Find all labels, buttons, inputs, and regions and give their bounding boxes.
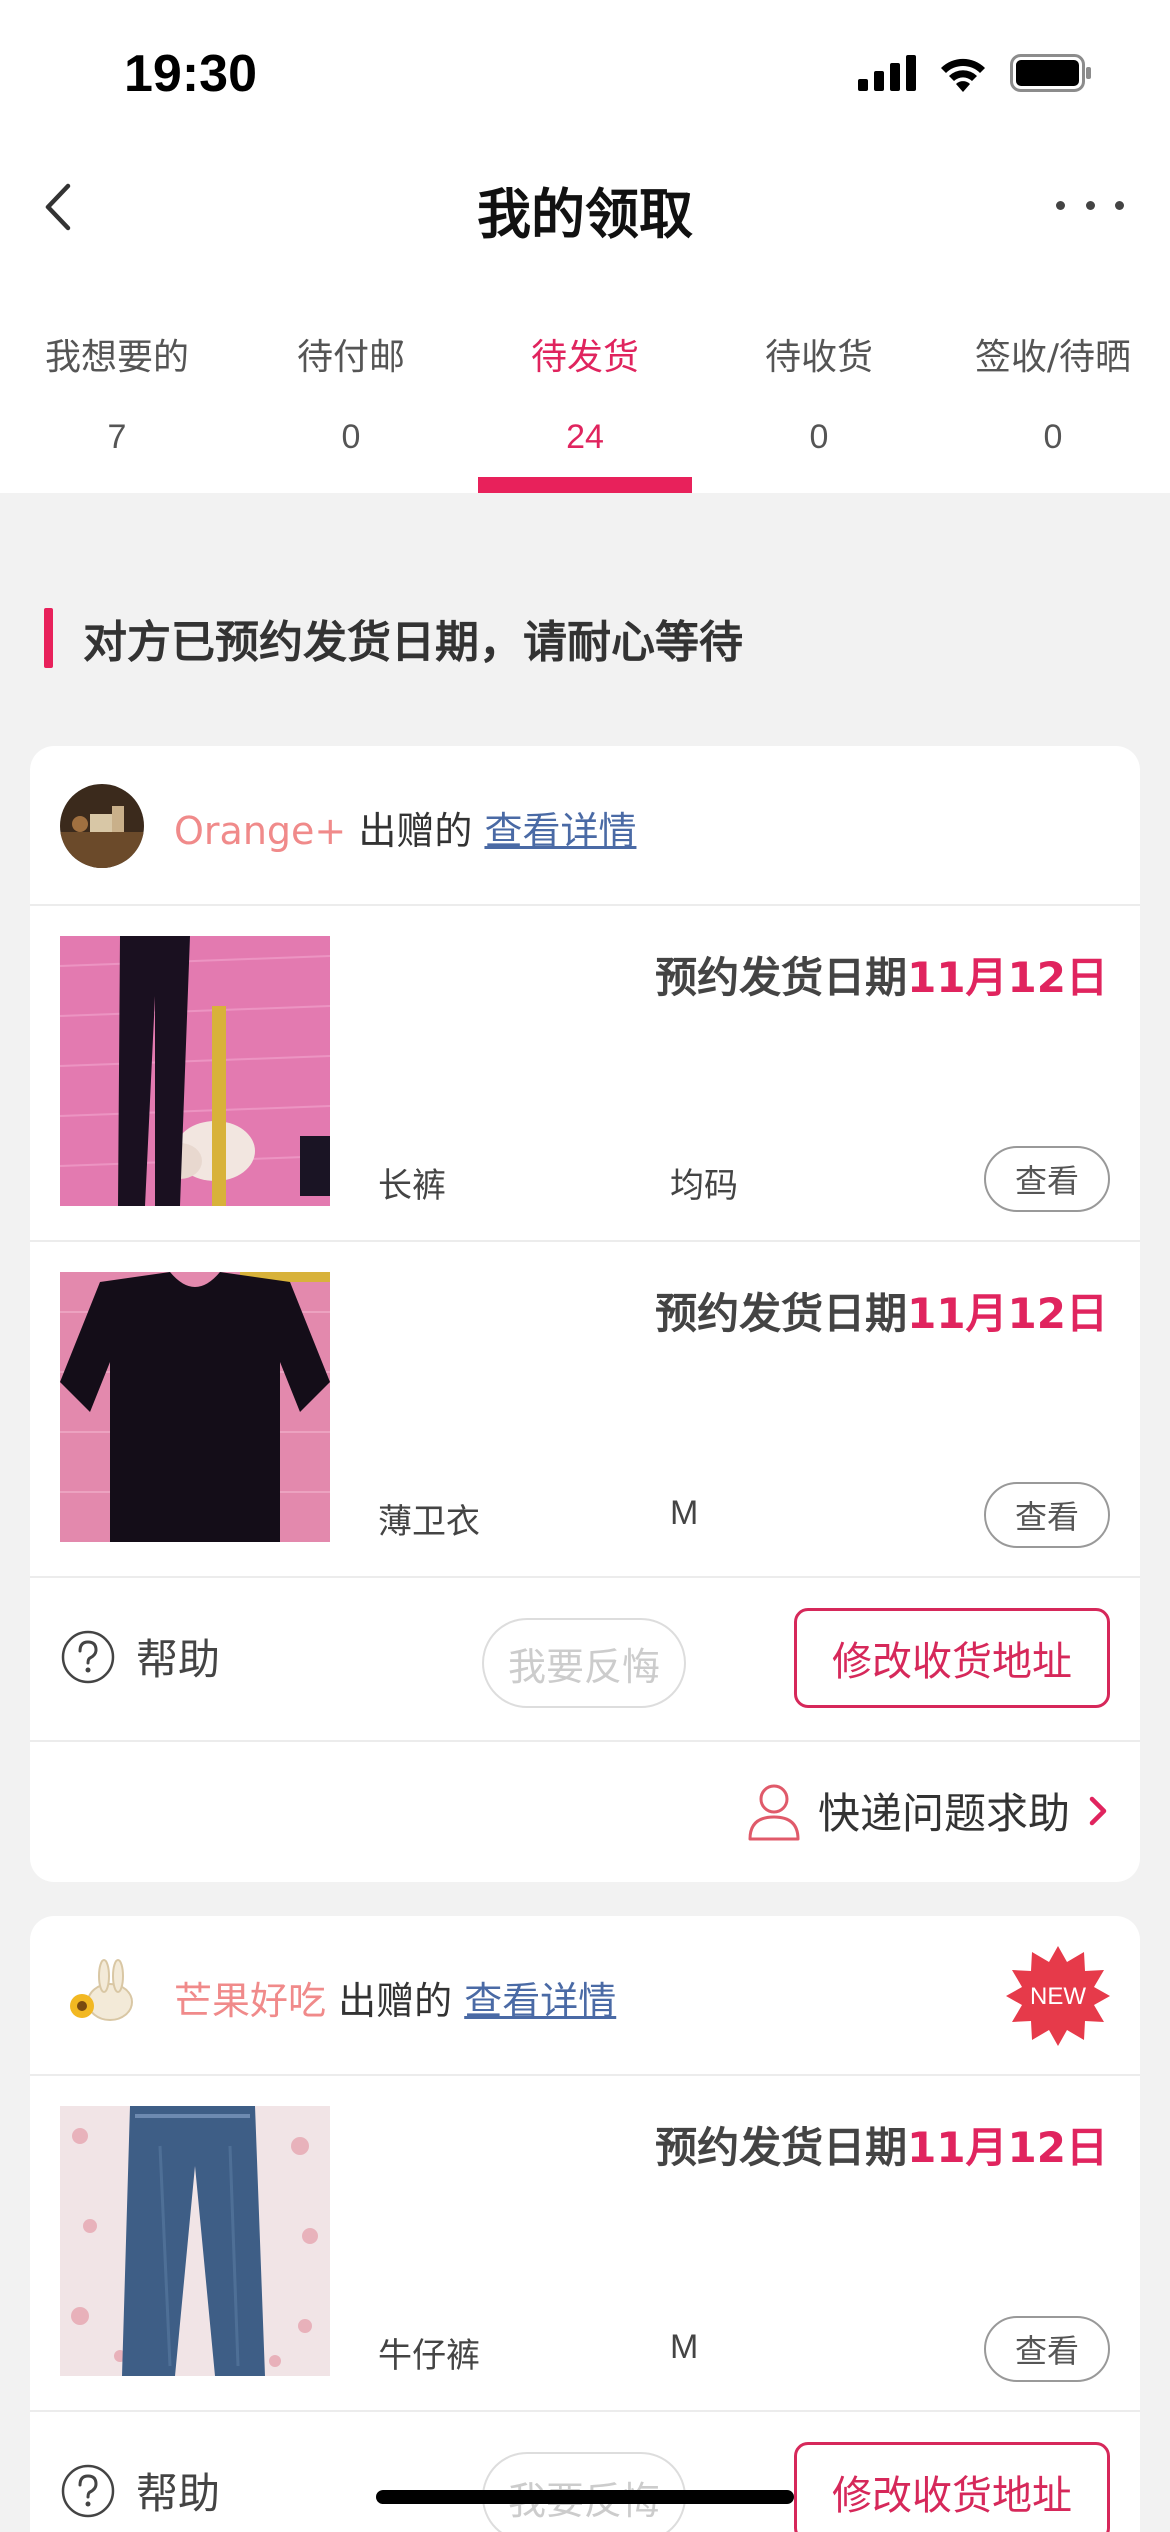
tab-signed-review[interactable]: 签收/待晒 0 <box>936 260 1170 493</box>
active-tab-indicator <box>478 477 692 493</box>
view-button[interactable]: 查看 <box>984 1482 1110 1548</box>
jeans-photo <box>60 2106 330 2376</box>
question-circle-icon <box>61 2464 115 2517</box>
signal-icon <box>858 55 916 91</box>
giver-name[interactable]: 芒果好吃 <box>174 1979 326 2023</box>
more-dot-icon <box>1115 200 1124 210</box>
ship-date: 预约发货日期11月12日 <box>655 944 1108 1005</box>
card-actions: 帮助 我要反悔 修改收货地址 <box>30 2412 1140 2532</box>
section-notice: 对方已预约发货日期，请耐心等待 <box>44 608 743 668</box>
help-button[interactable]: 帮助 <box>60 2460 220 2521</box>
more-dot-icon <box>1085 200 1095 210</box>
wifi-icon <box>941 58 985 92</box>
giver-suffix: 出赠的 <box>358 809 473 853</box>
ship-date-label: 预约发货日期 <box>655 953 908 1002</box>
tab-count: 0 <box>809 418 829 456</box>
card-actions: 帮助 我要反悔 修改收货地址 <box>30 1578 1140 1742</box>
ship-date: 预约发货日期11月12日 <box>655 1280 1108 1341</box>
tab-count: 0 <box>341 418 361 456</box>
view-details-link[interactable]: 查看详情 <box>464 1979 616 2023</box>
new-badge: NEW <box>1006 1944 1110 2048</box>
more-dot-icon <box>1056 200 1065 210</box>
giver-suffix: 出赠的 <box>338 1979 453 2023</box>
card-header: 芒果好吃 出赠的 查看详情 NEW <box>30 1916 1140 2076</box>
change-address-button[interactable]: 修改收货地址 <box>794 1608 1110 1708</box>
question-circle-icon <box>61 1630 115 1683</box>
starburst-badge-icon: NEW <box>1006 1946 1110 2046</box>
avatar[interactable] <box>60 1954 144 2038</box>
card-header: Orange+ 出赠的 查看详情 <box>30 746 1140 906</box>
item-name: 长裤 <box>378 1166 446 1206</box>
tab-count: 7 <box>107 418 127 456</box>
avatar-image <box>60 784 144 868</box>
item-size: M <box>670 2328 699 2366</box>
help-label: 帮助 <box>136 2469 221 2518</box>
tab-label: 签收/待晒 <box>974 337 1132 378</box>
ship-date-label: 预约发货日期 <box>655 2123 908 2172</box>
tab-pending-postage[interactable]: 待付邮 0 <box>234 260 468 493</box>
item-row[interactable]: 预约发货日期11月12日 牛仔裤 M 查看 <box>30 2076 1140 2412</box>
item-size: M <box>670 1494 699 1532</box>
help-label: 帮助 <box>136 1635 221 1684</box>
status-icons <box>858 54 1092 92</box>
view-button[interactable]: 查看 <box>984 1146 1110 1212</box>
page-title: 我的领取 <box>477 183 693 246</box>
tab-label: 待付邮 <box>296 337 405 378</box>
new-badge-text: NEW <box>1030 1983 1086 2010</box>
item-name: 薄卫衣 <box>378 1502 480 1542</box>
tab-label: 待收货 <box>764 337 873 378</box>
order-card: Orange+ 出赠的 查看详情 预约发货日期11月12日 长裤 均码 查看 预… <box>30 746 1140 1882</box>
item-photo[interactable] <box>60 936 330 1206</box>
chevron-right-icon <box>1089 1796 1107 1825</box>
tab-label: 待发货 <box>530 337 639 378</box>
person-icon <box>748 1784 800 1840</box>
tab-pending-receipt[interactable]: 待收货 0 <box>702 260 936 493</box>
express-help-button[interactable]: 快递问题求助 <box>746 1780 1110 1841</box>
item-photo[interactable] <box>60 1272 330 1542</box>
avatar-image <box>60 1954 144 2038</box>
ship-date-value: 11月12日 <box>907 953 1108 1002</box>
tab-label: 我想要的 <box>44 337 189 378</box>
sweater-photo <box>60 1272 330 1542</box>
home-indicator[interactable] <box>376 2490 794 2504</box>
tab-wanted[interactable]: 我想要的 7 <box>0 260 234 493</box>
ship-date-value: 11月12日 <box>907 1289 1108 1338</box>
giver-line: Orange+ 出赠的 查看详情 <box>174 800 636 855</box>
express-help-row: 快递问题求助 <box>30 1742 1140 1882</box>
notice-text: 对方已预约发货日期，请耐心等待 <box>83 617 743 668</box>
giver-name[interactable]: Orange+ <box>174 809 346 853</box>
ship-date-value: 11月12日 <box>907 2123 1108 2172</box>
help-button[interactable]: 帮助 <box>60 1626 220 1687</box>
item-row[interactable]: 预约发货日期11月12日 薄卫衣 M 查看 <box>30 1242 1140 1578</box>
status-tabs: 我想要的 7 待付邮 0 待发货 24 待收货 0 签收/待晒 0 <box>0 260 1170 493</box>
order-card: 芒果好吃 出赠的 查看详情 NEW 预约发货日期11月12日 牛仔裤 M 查看 … <box>30 1916 1140 2532</box>
notice-accent-bar <box>44 608 53 668</box>
battery-icon <box>1010 54 1091 92</box>
view-button[interactable]: 查看 <box>984 2316 1110 2382</box>
more-button[interactable] <box>1050 180 1130 230</box>
tab-count: 24 <box>566 418 604 456</box>
item-photo[interactable] <box>60 2106 330 2376</box>
giver-line: 芒果好吃 出赠的 查看详情 <box>174 1970 616 2025</box>
ship-date: 预约发货日期11月12日 <box>655 2114 1108 2175</box>
view-details-link[interactable]: 查看详情 <box>484 809 636 853</box>
tab-pending-shipment[interactable]: 待发货 24 <box>468 260 702 493</box>
regret-button[interactable]: 我要反悔 <box>482 1618 686 1708</box>
status-time: 19:30 <box>124 45 257 103</box>
tab-count: 0 <box>1043 418 1063 456</box>
pants-photo <box>60 936 330 1206</box>
nav-bar: 我的领取 <box>0 150 1170 260</box>
item-row[interactable]: 预约发货日期11月12日 长裤 均码 查看 <box>30 906 1140 1242</box>
status-bar: 19:30 <box>0 0 1170 150</box>
change-address-button[interactable]: 修改收货地址 <box>794 2442 1110 2532</box>
express-help-label: 快递问题求助 <box>817 1789 1070 1838</box>
item-name: 牛仔裤 <box>378 2336 480 2376</box>
avatar[interactable] <box>60 784 144 868</box>
item-size: 均码 <box>670 1167 738 1205</box>
ship-date-label: 预约发货日期 <box>655 1289 908 1338</box>
